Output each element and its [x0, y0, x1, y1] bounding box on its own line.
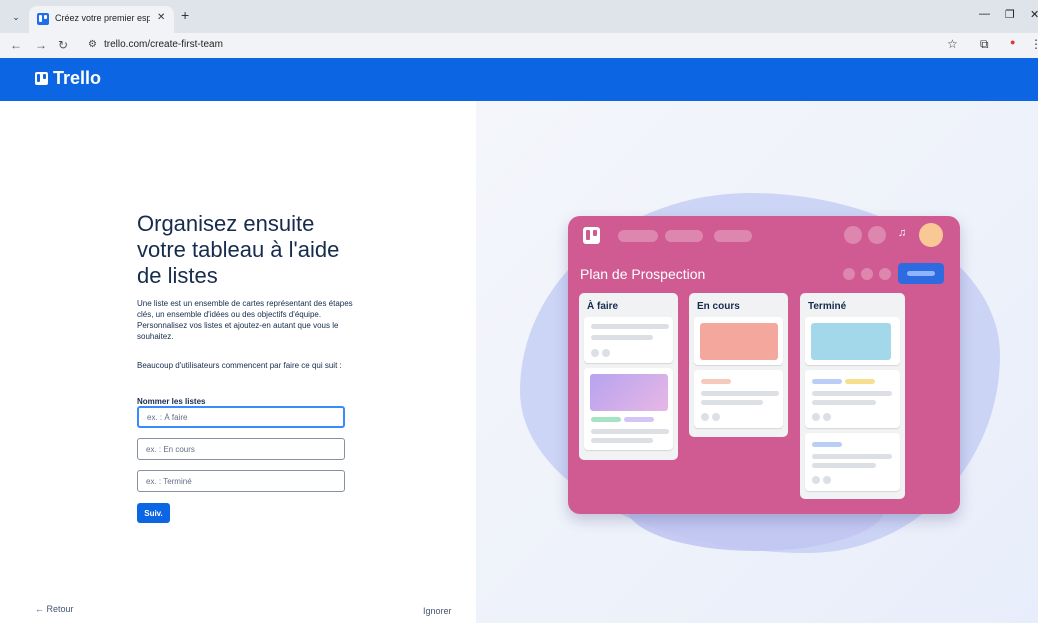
text-placeholder: [812, 400, 876, 405]
member-dot: [879, 268, 891, 280]
menu-kebab-icon[interactable]: ⋮: [1030, 37, 1038, 51]
header-dot: [844, 226, 862, 244]
text-placeholder: [812, 391, 892, 396]
browser-toolbar: ← → ↻ ⚙ trello.com/create-first-team ☆ ⧉…: [0, 33, 1038, 58]
board-illustration: ♫ Plan de Prospection À faire En cours T…: [568, 216, 960, 514]
minimize-icon[interactable]: —: [979, 8, 990, 20]
list-name-input-2[interactable]: [137, 438, 345, 460]
restore-icon[interactable]: ❐: [1005, 8, 1015, 21]
tab-search-icon[interactable]: ⌄: [8, 9, 24, 25]
board-trello-logo-icon: [583, 227, 600, 244]
trello-header: Trello: [0, 58, 1038, 101]
dot: [823, 413, 831, 421]
list-item: [584, 368, 673, 450]
reload-icon[interactable]: ↻: [58, 38, 68, 52]
trello-favicon-icon: [37, 13, 49, 25]
page-title: Organisez ensuite votre tableau à l'aide…: [137, 211, 340, 288]
address-bar[interactable]: ⚙ trello.com/create-first-team: [80, 36, 980, 55]
label-placeholder: [701, 379, 731, 384]
text-placeholder: [812, 454, 892, 459]
browser-tab-strip: ⌄ Créez votre premier espace de ✕ + — ❐ …: [0, 0, 1038, 33]
label-placeholder: [812, 379, 842, 384]
board-title: Plan de Prospection: [580, 266, 706, 282]
nav-placeholder: [665, 230, 703, 242]
list-title: À faire: [587, 301, 619, 312]
dot: [602, 349, 610, 357]
trello-logo-text: Trello: [53, 68, 102, 88]
list-item: [694, 317, 783, 365]
browser-tab[interactable]: Créez votre premier espace de ✕: [29, 6, 174, 33]
tab-close-icon[interactable]: ✕: [157, 12, 165, 23]
nav-placeholder: [714, 230, 752, 242]
header-dot: [868, 226, 886, 244]
profile-icon[interactable]: ●: [1010, 37, 1015, 47]
list-item: [805, 370, 900, 428]
dot: [701, 413, 709, 421]
list-title: Terminé: [808, 301, 847, 312]
card-cover: [700, 323, 778, 360]
list-names-label: Nommer les listes: [137, 397, 206, 406]
dot: [812, 476, 820, 484]
list-doing: En cours: [689, 293, 788, 437]
url-text: trello.com/create-first-team: [104, 39, 223, 50]
dot: [591, 349, 599, 357]
list-name-input-3[interactable]: [137, 470, 345, 492]
forward-arrow-icon[interactable]: →: [35, 38, 47, 52]
text-placeholder: [591, 438, 653, 443]
extensions-icon[interactable]: ⧉: [980, 37, 989, 52]
list-title: En cours: [697, 301, 740, 312]
member-dot: [861, 268, 873, 280]
label-placeholder: [812, 442, 842, 447]
text-placeholder: [591, 429, 669, 434]
list-name-input-1[interactable]: [137, 406, 345, 428]
hint-paragraph: Beaucoup d'utilisateurs commencent par f…: [137, 361, 342, 370]
trello-logo-icon: [35, 72, 48, 85]
member-dot: [843, 268, 855, 280]
new-tab-icon[interactable]: +: [181, 7, 189, 23]
site-info-icon[interactable]: ⚙: [88, 39, 97, 50]
bookmark-star-icon[interactable]: ☆: [947, 37, 958, 51]
dot: [812, 413, 820, 421]
intro-paragraph: Une liste est un ensemble de cartes repr…: [137, 299, 353, 341]
skip-link[interactable]: Ignorer: [423, 606, 452, 616]
window-close-icon[interactable]: ✕: [1030, 8, 1038, 21]
list-item: [805, 433, 900, 491]
label-placeholder: [591, 417, 621, 422]
back-link[interactable]: ← Retour: [35, 604, 74, 614]
card-cover: [590, 374, 668, 411]
bell-icon: ♫: [898, 227, 907, 239]
tab-title: Créez votre premier espace de: [55, 13, 150, 23]
share-button-placeholder: [898, 263, 944, 284]
next-button[interactable]: Suiv.: [137, 503, 170, 523]
text-placeholder: [591, 324, 669, 329]
text-placeholder: [591, 335, 653, 340]
text-placeholder: [812, 463, 876, 468]
avatar: [919, 223, 943, 247]
list-todo: À faire: [579, 293, 678, 460]
list-item: [584, 317, 673, 363]
dot: [823, 476, 831, 484]
dot: [712, 413, 720, 421]
back-arrow-icon[interactable]: ←: [10, 38, 22, 52]
text-placeholder: [701, 400, 763, 405]
card-cover: [811, 323, 891, 360]
label-placeholder: [845, 379, 875, 384]
list-item: [694, 370, 783, 428]
nav-placeholder: [618, 230, 658, 242]
label-placeholder: [624, 417, 654, 422]
text-placeholder: [701, 391, 779, 396]
list-done: Terminé: [800, 293, 905, 499]
list-item: [805, 317, 900, 365]
